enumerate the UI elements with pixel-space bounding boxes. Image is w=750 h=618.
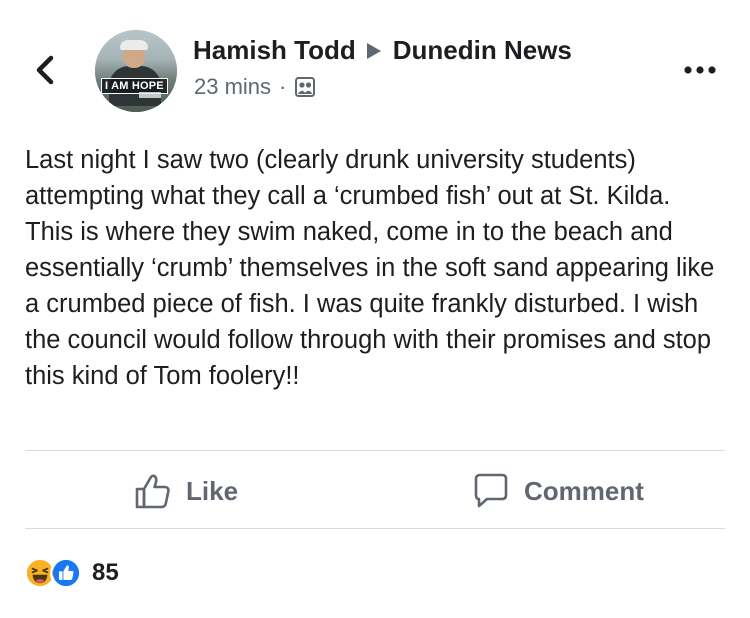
post-meta: 23 mins · xyxy=(194,74,316,100)
thumbs-up-icon xyxy=(135,474,170,509)
like-button[interactable]: Like xyxy=(134,470,238,512)
divider-top xyxy=(25,450,725,451)
avatar-person-cap xyxy=(120,40,148,50)
like-reaction-icon xyxy=(50,557,82,589)
more-options-button[interactable] xyxy=(681,60,721,80)
comment-button[interactable]: Comment xyxy=(472,470,644,512)
post-screen: I AM HOPE Hamish Todd Dunedin News 23 mi… xyxy=(0,0,750,618)
chevron-left-icon xyxy=(36,55,54,85)
back-button[interactable] xyxy=(30,50,60,90)
comment-label: Comment xyxy=(524,475,644,506)
post-body: Last night I saw two (clearly drunk univ… xyxy=(25,146,715,390)
post-header: Hamish Todd Dunedin News xyxy=(193,35,572,66)
avatar[interactable]: I AM HOPE xyxy=(95,30,177,112)
reactions-summary[interactable]: 85 xyxy=(24,557,119,589)
group-name[interactable]: Dunedin News xyxy=(393,35,572,66)
post-timestamp[interactable]: 23 mins xyxy=(194,74,271,100)
divider-bottom xyxy=(25,528,725,529)
ellipsis-icon xyxy=(684,66,716,74)
comment-bubble-icon xyxy=(474,473,508,508)
play-arrow-icon xyxy=(366,42,381,59)
meta-separator: · xyxy=(279,74,287,99)
group-audience-icon xyxy=(295,77,316,97)
author-name[interactable]: Hamish Todd xyxy=(193,35,356,66)
like-label: Like xyxy=(186,475,239,506)
avatar-badge-subtext xyxy=(139,92,161,98)
reaction-count: 85 xyxy=(92,559,119,586)
